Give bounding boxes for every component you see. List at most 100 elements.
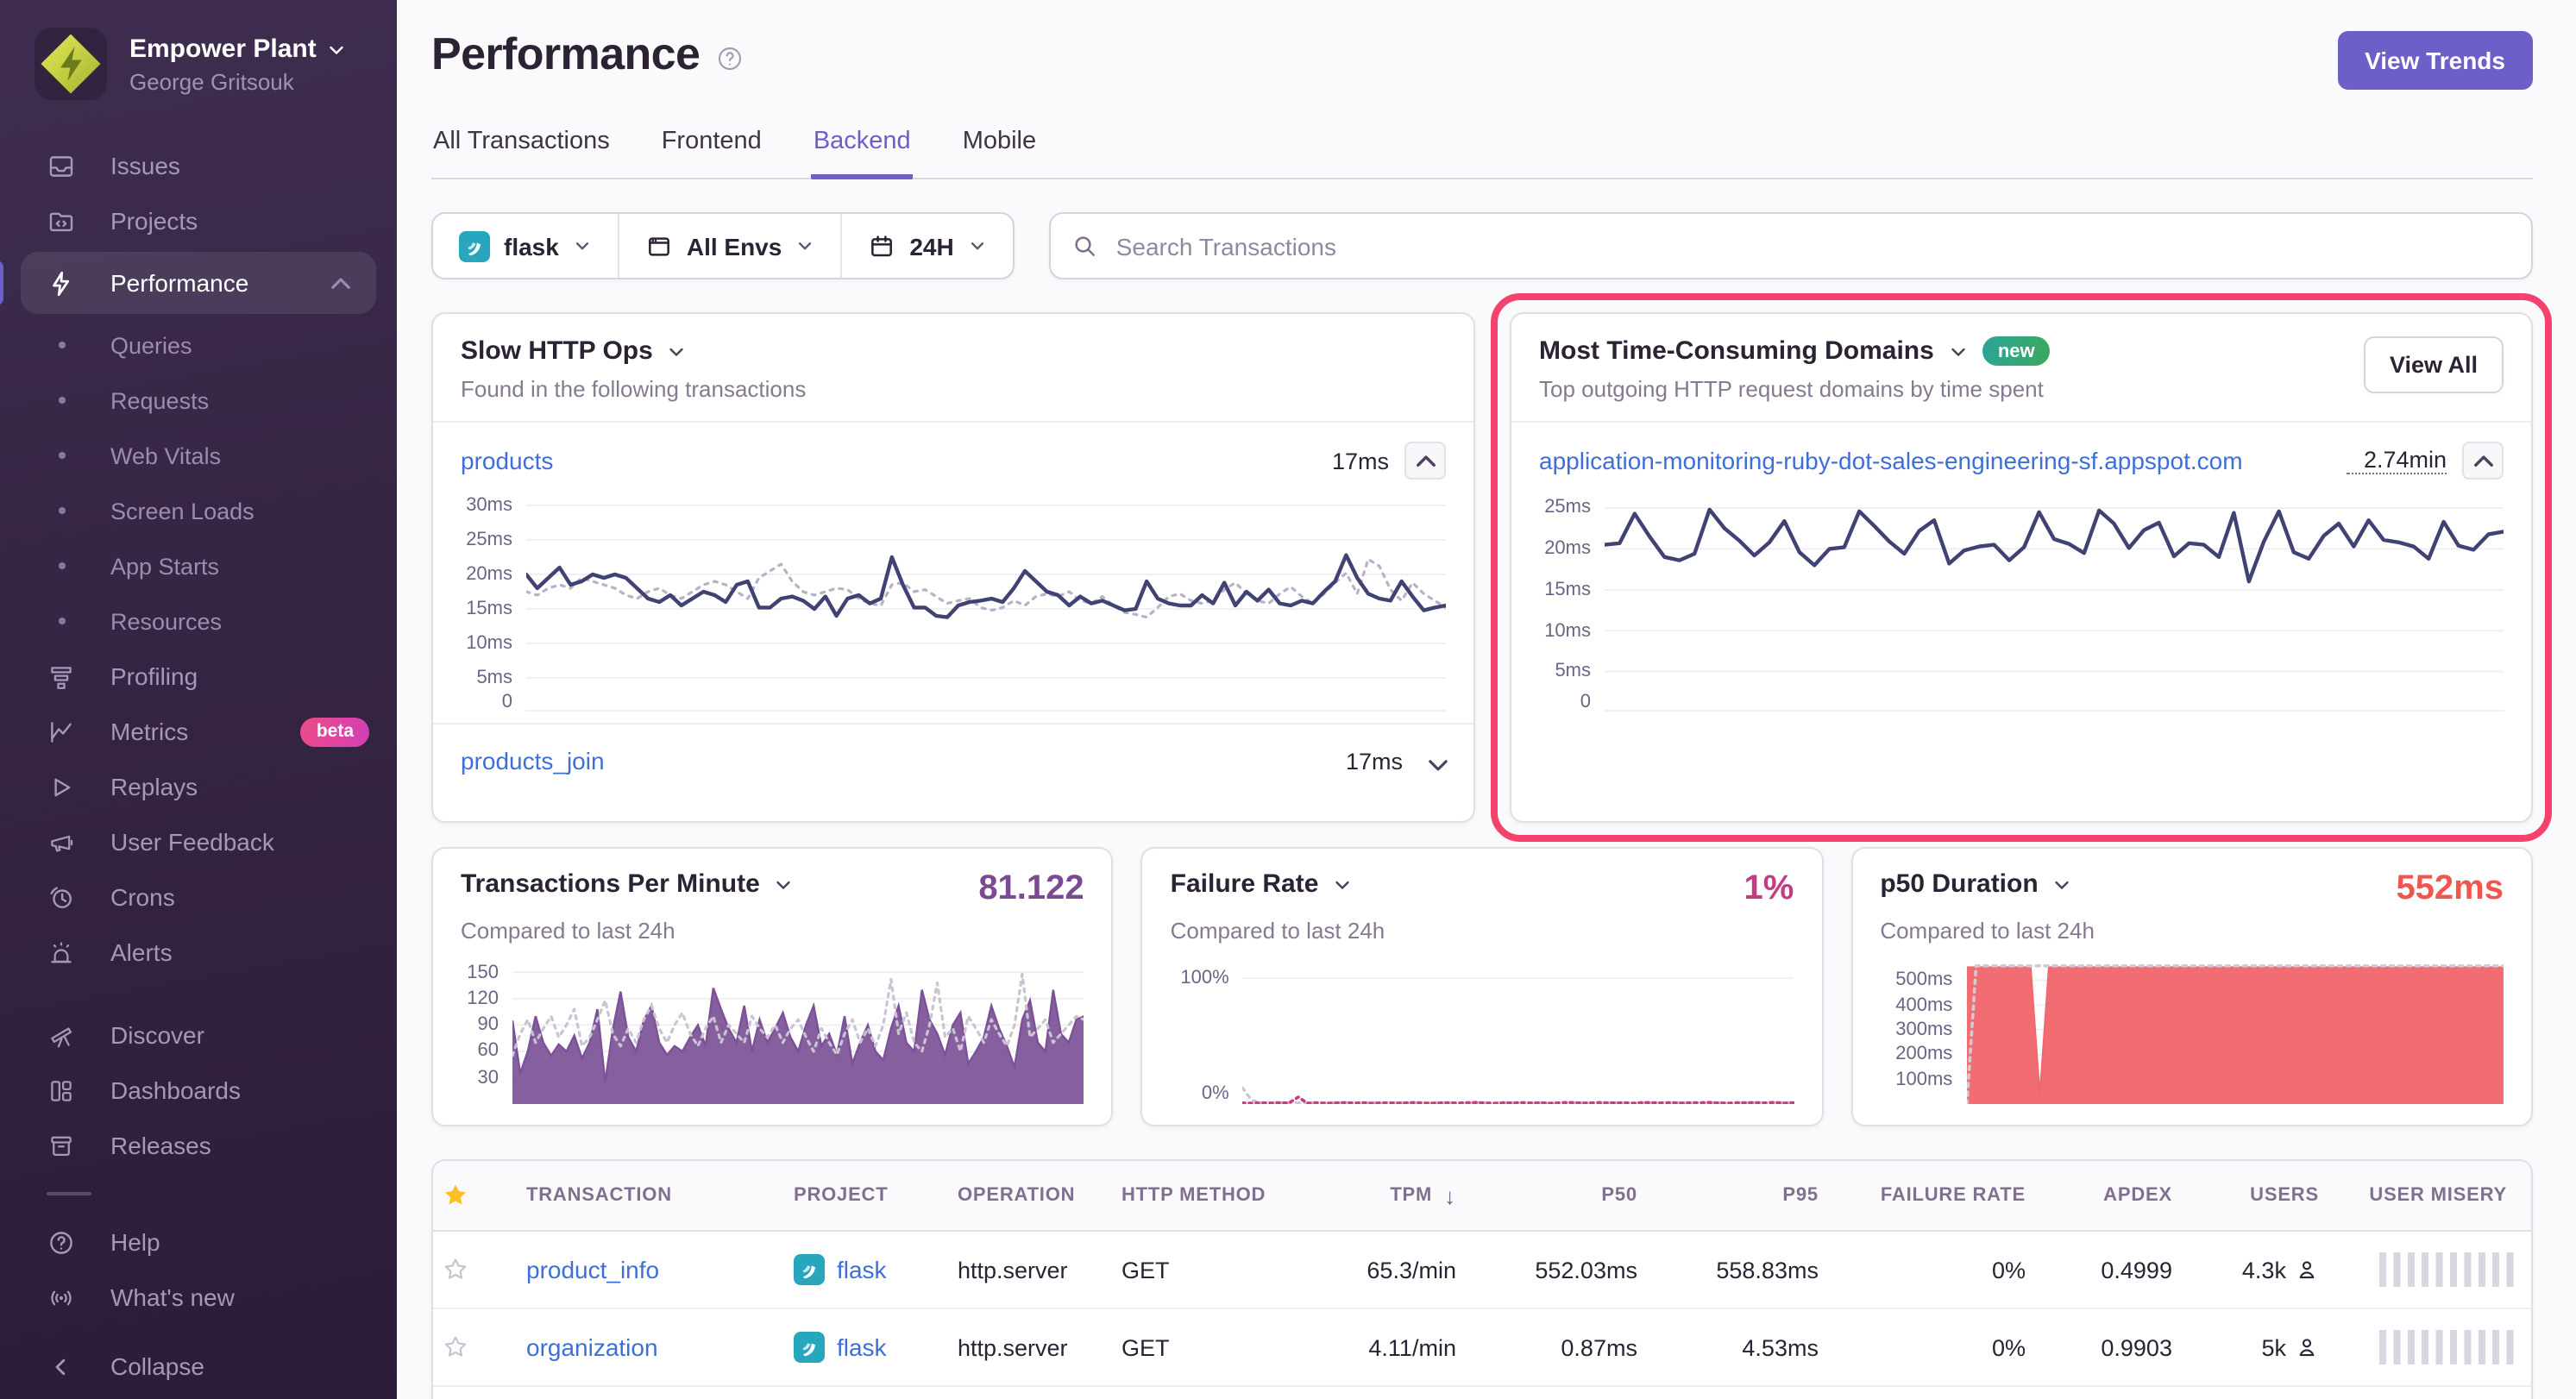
lightning-icon (47, 268, 76, 298)
chevron-down-icon (1332, 874, 1353, 894)
column-header-apdex[interactable]: APDEX (2039, 1185, 2186, 1206)
project-filter[interactable]: flask (433, 214, 618, 278)
megaphone-icon (47, 827, 76, 856)
sidebar-item-queries[interactable]: Queries (0, 317, 397, 373)
sidebar-item-label: Help (110, 1228, 160, 1256)
y-axis: 30ms25ms20ms15ms10ms5ms0 (443, 492, 526, 712)
project-link[interactable]: flask (837, 1333, 887, 1361)
view-trends-button[interactable]: View Trends (2337, 31, 2533, 90)
panel-title: p50 Duration (1880, 869, 2038, 899)
sidebar-item-whats-new[interactable]: What's new (0, 1270, 397, 1325)
sidebar-item-profiling[interactable]: Profiling (0, 649, 397, 704)
expand-row-button[interactable] (1423, 750, 1446, 772)
sidebar-item-requests[interactable]: Requests (0, 373, 397, 428)
page-title: Performance (431, 28, 700, 81)
column-header-project[interactable]: PROJECT (780, 1185, 944, 1206)
view-all-button[interactable]: View All (2364, 336, 2504, 393)
y-axis-tick: 200ms (1895, 1045, 1952, 1065)
star-filled-icon[interactable] (442, 1182, 469, 1209)
tpm-title-row[interactable]: Transactions Per Minute (461, 869, 795, 899)
tab-frontend[interactable]: Frontend (660, 117, 763, 179)
sidebar-item-metrics[interactable]: Metricsbeta (0, 704, 397, 759)
most-time-consuming-domains-panel: Most Time-Consuming Domains new Top outg… (1510, 312, 2533, 823)
tab-all-transactions[interactable]: All Transactions (431, 117, 612, 179)
date-range-filter[interactable]: 24H (840, 214, 1012, 278)
sidebar-item-user-feedback[interactable]: User Feedback (0, 814, 397, 869)
sidebar-item-discover[interactable]: Discover (0, 1007, 397, 1063)
column-header-http-method[interactable]: HTTP METHOD (1108, 1185, 1297, 1206)
environment-filter-value: All Envs (687, 232, 782, 260)
search-input[interactable] (1113, 230, 2510, 261)
domain-row: application-monitoring-ruby-dot-sales-en… (1511, 423, 2531, 488)
transactions-table: TRANSACTION PROJECT OPERATION HTTP METHO… (431, 1159, 2533, 1399)
domains-title-row[interactable]: Most Time-Consuming Domains new (1539, 336, 2051, 366)
sidebar-item-releases[interactable]: Releases (0, 1118, 397, 1173)
slow-http-ops-title-row[interactable]: Slow HTTP Ops (461, 336, 806, 366)
sidebar-item-projects[interactable]: Projects (0, 193, 397, 248)
users-cell: 4.3k (2186, 1257, 2333, 1283)
p50-cell: 0.87ms (1470, 1334, 1651, 1360)
sidebar-item-issues[interactable]: Issues (0, 138, 397, 193)
tpm-cell: 4.11/min (1297, 1334, 1470, 1360)
column-header-tpm[interactable]: TPM↓ (1297, 1183, 1470, 1208)
collapse-row-button[interactable] (2462, 442, 2504, 480)
column-header-user-misery[interactable]: USER MISERY (2333, 1185, 2531, 1206)
sidebar-item-dashboards[interactable]: Dashboards (0, 1063, 397, 1118)
y-axis: 100%0% (1171, 959, 1243, 1104)
transaction-row-products-join: products_join 17ms (433, 723, 1473, 797)
environment-filter[interactable]: All Envs (618, 214, 841, 278)
org-user: George Gritsouk (129, 68, 348, 94)
domains-header: Most Time-Consuming Domains new Top outg… (1511, 314, 2531, 423)
transaction-link[interactable]: product_info (526, 1256, 659, 1283)
sidebar-item-label: Profiling (110, 662, 198, 690)
org-text: Empower Plant George Gritsouk (129, 34, 348, 94)
tab-mobile[interactable]: Mobile (961, 117, 1038, 179)
sidebar-item-replays[interactable]: Replays (0, 759, 397, 814)
sidebar-item-web-vitals[interactable]: Web Vitals (0, 428, 397, 483)
sidebar-item-help[interactable]: Help (0, 1214, 397, 1270)
chart-plot (1605, 492, 2504, 712)
column-header-failure-rate[interactable]: FAILURE RATE (1832, 1185, 2039, 1206)
panel-subtitle: Compared to last 24h (1880, 918, 2504, 944)
domain-link[interactable]: application-monitoring-ruby-dot-sales-en… (1539, 447, 2243, 474)
sidebar-item-app-starts[interactable]: App Starts (0, 538, 397, 593)
collapse-row-button[interactable] (1404, 442, 1446, 480)
sidebar-item-performance[interactable]: Performance (21, 252, 376, 314)
page-filter-group: flask All Envs 24H (431, 212, 1015, 279)
bullet-icon (47, 562, 76, 569)
star-outline-icon[interactable] (442, 1256, 469, 1283)
sidebar-collapse-button[interactable]: Collapse (0, 1339, 397, 1394)
chevron-down-icon (795, 236, 814, 255)
sidebar-item-resources[interactable]: Resources (0, 593, 397, 649)
sidebar-item-crons[interactable]: Crons (0, 869, 397, 925)
y-axis-tick: 60 (478, 1041, 499, 1062)
failure-rate-title-row[interactable]: Failure Rate (1171, 869, 1354, 899)
column-header-p95[interactable]: P95 (1651, 1185, 1832, 1206)
sidebar-item-alerts[interactable]: Alerts (0, 925, 397, 980)
sidebar-item-label: Web Vitals (110, 442, 221, 468)
column-header-operation[interactable]: OPERATION (944, 1185, 1108, 1206)
chart-plot (1243, 959, 1794, 1104)
sidebar-item-label: Metrics (110, 718, 188, 745)
org-switcher[interactable]: Empower Plant George Gritsouk (0, 0, 397, 100)
project-link[interactable]: flask (837, 1256, 887, 1283)
project-filter-value: flask (504, 232, 559, 260)
column-header-transaction[interactable]: TRANSACTION (512, 1185, 780, 1206)
p50-title-row[interactable]: p50 Duration (1880, 869, 2072, 899)
sidebar-item-screen-loads[interactable]: Screen Loads (0, 483, 397, 538)
tab-backend[interactable]: Backend (812, 117, 913, 179)
products-link[interactable]: products (461, 447, 553, 474)
column-header-p50[interactable]: P50 (1470, 1185, 1651, 1206)
products-join-link[interactable]: products_join (461, 747, 605, 775)
star-outline-icon[interactable] (442, 1333, 469, 1361)
chart-plot (512, 959, 1084, 1104)
help-icon[interactable] (715, 44, 743, 72)
y-axis: 500ms400ms300ms200ms100ms (1880, 959, 1966, 1104)
broadcast-icon (47, 1283, 76, 1312)
column-header-users[interactable]: USERS (2186, 1185, 2333, 1206)
user-misery-bars (2379, 1252, 2517, 1287)
transaction-link[interactable]: organization (526, 1333, 658, 1361)
sidebar-item-label: Resources (110, 608, 222, 634)
p95-cell: 4.53ms (1651, 1334, 1832, 1360)
y-axis-tick: 100ms (1895, 1069, 1952, 1089)
